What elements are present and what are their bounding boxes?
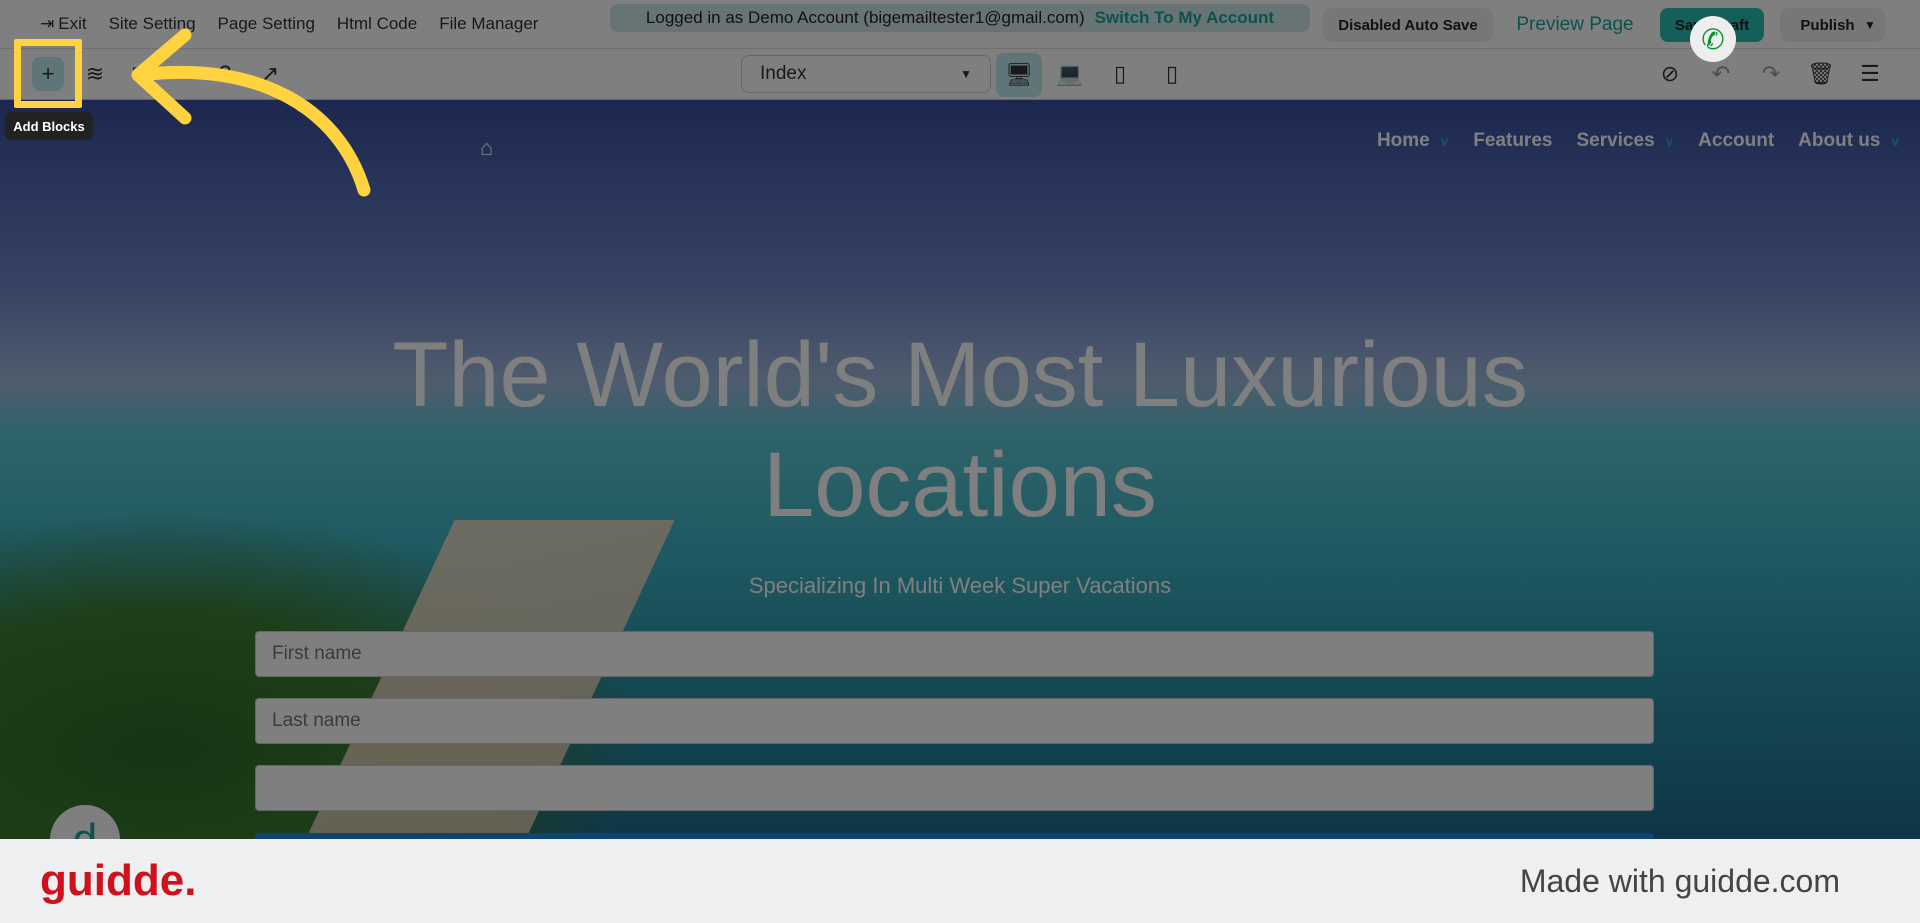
- made-with-text: Made with guidde.com: [1519, 862, 1840, 899]
- site-nav: Home ∨ Features Services ∨ Account About u…: [1377, 130, 1900, 152]
- guidde-logo: guidde.: [40, 856, 197, 905]
- chevron-down-icon: ∨: [1890, 134, 1900, 149]
- headline-line1: The World's Most Luxurious: [392, 324, 1528, 426]
- hero-headline: The World's Most Luxurious Locations: [0, 320, 1920, 540]
- email-input[interactable]: [255, 765, 1654, 811]
- chevron-down-icon: ∨: [1664, 134, 1675, 149]
- site-logo-icon: ⌂: [480, 135, 494, 160]
- settings-sliders-icon[interactable]: ☰: [1855, 59, 1885, 89]
- page-select[interactable]: Index ▼: [741, 55, 991, 93]
- desktop-view-icon[interactable]: 🖥: [996, 53, 1042, 97]
- login-banner: Logged in as Demo Account (bigemailteste…: [610, 4, 1310, 32]
- nav-features[interactable]: Features: [1473, 130, 1552, 152]
- page-select-value: Index: [760, 63, 807, 84]
- nav-about-label: About us: [1798, 130, 1881, 151]
- headline-line2: Locations: [763, 434, 1157, 536]
- nav-account[interactable]: Account: [1698, 130, 1774, 152]
- nav-about[interactable]: About us ∨: [1798, 130, 1900, 152]
- trash-icon[interactable]: 🗑: [1806, 59, 1836, 89]
- auto-save-button[interactable]: Disabled Auto Save: [1323, 8, 1493, 42]
- pointer-arrow-icon: [131, 28, 371, 197]
- nav-services[interactable]: Services ∨: [1576, 130, 1674, 152]
- preview-page-link[interactable]: Preview Page: [1510, 8, 1640, 42]
- first-name-input[interactable]: First name: [255, 631, 1654, 677]
- publish-dropdown-icon[interactable]: ▼: [1855, 8, 1885, 42]
- login-text: Logged in as Demo Account (bigemailteste…: [645, 8, 1085, 27]
- nav-services-label: Services: [1576, 130, 1655, 151]
- redo-icon[interactable]: ↷: [1756, 59, 1786, 89]
- tablet-view-icon[interactable]: ▯: [1105, 59, 1135, 89]
- guidde-footer: guidde. Made with guidde.com: [0, 839, 1920, 923]
- phone-icon[interactable]: ✆: [1690, 16, 1736, 62]
- hero-subtitle: Specializing In Multi Week Super Vacatio…: [748, 573, 1172, 598]
- chevron-down-icon: ▼: [960, 67, 972, 81]
- last-name-input[interactable]: Last name: [255, 698, 1654, 744]
- undo-icon[interactable]: ↶: [1706, 59, 1736, 89]
- chevron-down-icon: ∨: [1439, 134, 1450, 149]
- hide-icon[interactable]: ⊘: [1655, 59, 1685, 89]
- laptop-view-icon[interactable]: 💻: [1055, 59, 1085, 89]
- nav-home[interactable]: Home ∨: [1377, 130, 1449, 152]
- mobile-view-icon[interactable]: ▯: [1157, 59, 1187, 89]
- nav-home-label: Home: [1376, 130, 1430, 151]
- switch-account-link[interactable]: Switch To My Account: [1095, 8, 1274, 28]
- file-manager-link[interactable]: File Manager: [439, 14, 538, 34]
